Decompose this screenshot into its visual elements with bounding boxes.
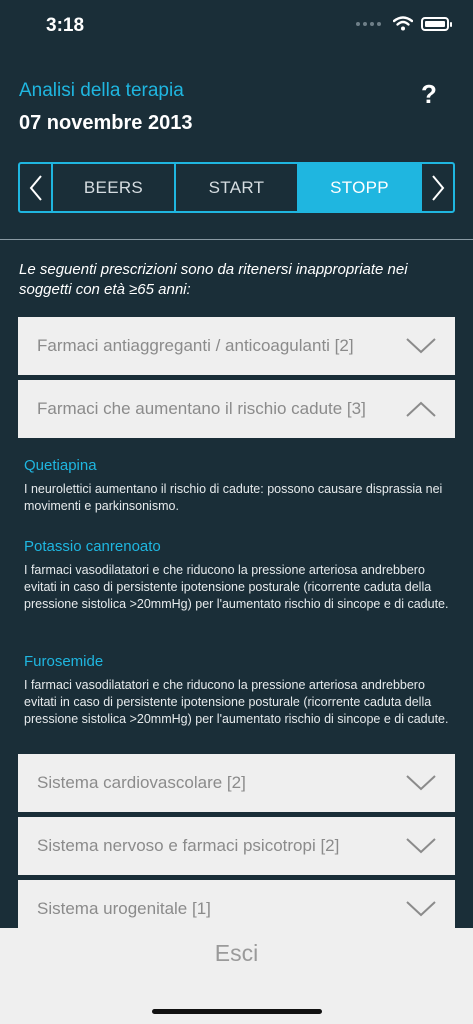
section-label: Sistema cardiovascolare [2] xyxy=(37,773,246,792)
tab-beers[interactable]: BEERS xyxy=(53,164,174,211)
status-time: 3:18 xyxy=(46,15,85,36)
section-label: Farmaci che aumentano il rischio cadute … xyxy=(37,399,366,418)
section-sistema-nervoso[interactable]: Sistema nervoso e farmaci psicotropi [2] xyxy=(18,817,455,875)
chevron-down-icon xyxy=(406,901,436,917)
next-tab-button[interactable] xyxy=(420,164,453,211)
status-icons xyxy=(356,16,452,31)
item-text-potassio-canrenoato: I farmaci vasodilatatori e che riducono … xyxy=(24,563,449,611)
item-title-potassio-canrenoato[interactable]: Potassio canrenoato xyxy=(24,538,161,555)
chevron-down-icon xyxy=(406,838,436,854)
battery-icon xyxy=(421,16,452,31)
previous-tab-button[interactable] xyxy=(20,164,53,211)
section-label: Farmaci antiaggreganti / anticoagulanti … xyxy=(37,336,354,355)
help-button[interactable]: ? xyxy=(417,79,441,110)
item-text-furosemide: I farmaci vasodilatatori e che riducono … xyxy=(24,678,449,726)
page-title: Analisi della terapia xyxy=(19,80,184,101)
section-label: Sistema nervoso e farmaci psicotropi [2] xyxy=(37,836,340,855)
exit-button[interactable]: Esci xyxy=(0,940,473,967)
tab-start[interactable]: START xyxy=(174,164,297,211)
intro-text: Le seguenti prescrizioni sono da ritener… xyxy=(19,261,408,298)
chevron-down-icon xyxy=(406,338,436,354)
chevron-down-icon xyxy=(406,775,436,791)
section-label: Sistema urogenitale [1] xyxy=(37,899,211,918)
chevron-left-icon xyxy=(29,174,42,201)
divider xyxy=(0,239,473,240)
item-text-quetiapina: I neurolettici aumentano il rischio di c… xyxy=(24,482,443,513)
chevron-right-icon xyxy=(431,174,444,201)
section-cardiovascolare[interactable]: Sistema cardiovascolare [2] xyxy=(18,754,455,812)
tab-stopp[interactable]: STOPP xyxy=(297,164,420,211)
section-antiaggreganti[interactable]: Farmaci antiaggreganti / anticoagulanti … xyxy=(18,317,455,375)
section-rischio-cadute[interactable]: Farmaci che aumentano il rischio cadute … xyxy=(18,380,455,438)
item-title-quetiapina[interactable]: Quetiapina xyxy=(24,457,97,474)
criteria-tabs: BEERS START STOPP xyxy=(18,162,455,213)
home-indicator[interactable] xyxy=(152,1009,322,1014)
chevron-up-icon xyxy=(406,401,436,417)
page-date: 07 novembre 2013 xyxy=(19,112,193,134)
item-title-furosemide[interactable]: Furosemide xyxy=(24,653,103,670)
cellular-signal-icon xyxy=(356,21,381,26)
status-bar: 3:18 xyxy=(0,0,473,52)
wifi-icon xyxy=(393,16,413,31)
